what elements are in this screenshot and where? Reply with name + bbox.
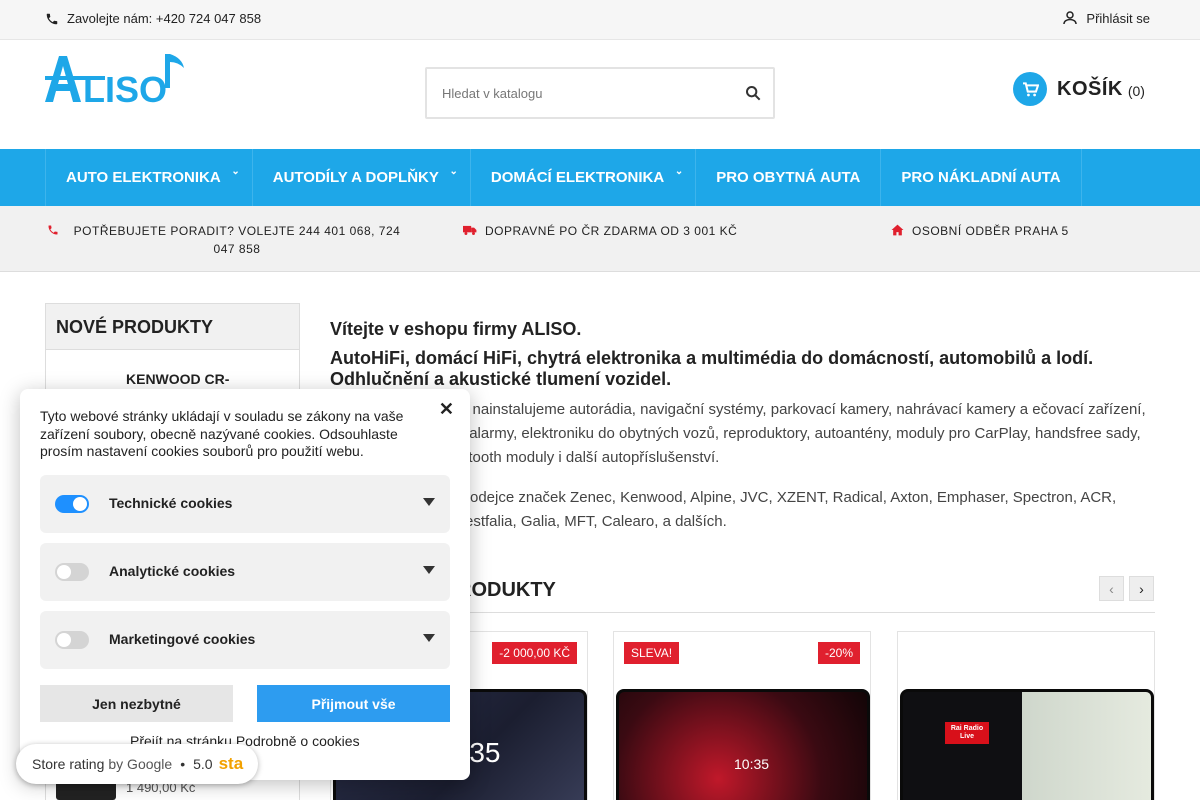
screen-radio-label: Rai Radio Live — [945, 722, 989, 744]
top-bar: Zavolejte nám: +420 724 047 858 Přihlási… — [0, 0, 1200, 40]
cart-icon — [1022, 81, 1039, 96]
shipping-text: DOPRAVNÉ PO ČR ZDARMA OD 3 001 KČ — [485, 224, 738, 238]
product-name[interactable]: KENWOOD CR- — [126, 371, 229, 387]
call-text: Zavolejte nám: +420 724 047 858 — [67, 11, 262, 26]
cookie-row-marketing[interactable]: Marketingové cookies — [40, 611, 450, 669]
advice-info: POTŘEBUJETE PORADIT? VOLEJTE 244 401 068… — [47, 222, 407, 258]
section-title: RODUKTY — [457, 579, 556, 601]
svg-text:LISO: LISO — [83, 69, 167, 104]
chevron-down-icon: ⌄ — [231, 166, 240, 177]
product-image[interactable]: Rai Radio Live — [900, 689, 1154, 800]
technical-toggle[interactable] — [55, 495, 89, 513]
cookie-consent-dialog: ✕ Tyto webové stránky ukládají v souladu… — [20, 389, 470, 780]
nav-item-nakladni-auta[interactable]: PRO NÁKLADNÍ AUTA — [881, 149, 1082, 206]
search-input[interactable] — [427, 69, 717, 117]
cart-label: KOŠÍK — [1057, 77, 1123, 100]
phone-icon — [46, 13, 58, 24]
cookie-row-label: Analytické cookies — [109, 563, 236, 579]
advice-text: POTŘEBUJETE PORADIT? VOLEJTE 244 401 068… — [73, 224, 401, 256]
discount-badge: -2 000,00 KČ — [492, 642, 577, 664]
analytics-toggle[interactable] — [55, 563, 89, 581]
truck-icon — [463, 225, 477, 235]
nav-item-label: PRO OBYTNÁ AUTA — [716, 169, 861, 186]
nav-item-domaci-elektronika[interactable]: DOMÁCÍ ELEKTRONIKA ⌄ — [471, 149, 697, 206]
store-rating-badge[interactable]: Store rating by Google • 5.0 sta — [16, 744, 258, 784]
sale-badge: SLEVA! — [624, 642, 680, 664]
main-nav: AUTO ELEKTRONIKA ⌄ AUTODÍLY A DOPLŇKY ⌄ … — [0, 149, 1200, 206]
shipping-info: DOPRAVNÉ PO ČR ZDARMA OD 3 001 KČ — [463, 222, 737, 240]
chevron-down-icon: ⌄ — [674, 166, 684, 177]
nav-item-label: AUTO ELEKTRONIKA — [66, 169, 221, 186]
nav-item-obytna-auta[interactable]: PRO OBYTNÁ AUTA — [696, 149, 882, 206]
marketing-toggle[interactable] — [55, 631, 89, 649]
screen-clock: 10:35 — [734, 756, 770, 772]
triangle-down-icon[interactable] — [423, 566, 435, 574]
pickup-info: OSOBNÍ ODBĚR PRAHA 5 — [891, 222, 1069, 240]
pickup-text: OSOBNÍ ODBĚR PRAHA 5 — [912, 224, 1069, 238]
product-card[interactable]: SLEVA! -20% 10:35 — [613, 631, 871, 800]
new-products-title: NOVÉ PRODUKTY — [46, 304, 299, 350]
chevron-down-icon: ⌄ — [449, 166, 458, 177]
cart-icon-circle — [1013, 72, 1047, 106]
search-icon — [746, 86, 761, 101]
nav-item-autodily[interactable]: AUTODÍLY A DOPLŇKY ⌄ — [253, 149, 471, 206]
call-info[interactable]: Zavolejte nám: +420 724 047 858 — [45, 11, 261, 26]
separator-dot: • — [180, 756, 186, 772]
rating-score: 5.0 — [193, 756, 213, 772]
cookie-intro-text: Tyto webové stránky ukládají v souladu s… — [40, 408, 404, 459]
discount-badge: -20% — [817, 642, 860, 664]
nav-item-label: AUTODÍLY A DOPLŇKY — [272, 169, 439, 186]
welcome-subheading: AutoHiFi, domácí HiFi, chytrá elektronik… — [330, 348, 1094, 389]
close-icon[interactable]: ✕ — [439, 399, 454, 420]
welcome-heading: Vítejte v eshopu firmy ALISO. — [330, 319, 582, 339]
necessary-only-button[interactable]: Jen nezbytné — [40, 685, 233, 722]
info-strip: POTŘEBUJETE PORADIT? VOLEJTE 244 401 068… — [0, 206, 1200, 272]
cookie-row-technical[interactable]: Technické cookies — [40, 475, 450, 533]
triangle-down-icon[interactable] — [423, 634, 435, 642]
product-image[interactable]: 10:35 — [616, 689, 870, 800]
rating-source: by Google — [108, 756, 173, 772]
login-link[interactable]: Přihlásit se — [1061, 9, 1150, 27]
rating-stars: sta — [218, 754, 244, 773]
cookie-row-label: Technické cookies — [109, 495, 233, 511]
search-box — [425, 67, 775, 119]
user-icon — [1063, 11, 1078, 25]
carousel-next-button[interactable]: › — [1129, 576, 1154, 601]
cart-count: (0) — [1127, 83, 1145, 99]
product-card[interactable]: Rai Radio Live — [897, 631, 1155, 800]
cookie-row-analytics[interactable]: Analytické cookies — [40, 543, 450, 601]
triangle-down-icon[interactable] — [423, 498, 435, 506]
phone-icon — [48, 225, 58, 235]
nav-item-label: PRO NÁKLADNÍ AUTA — [901, 169, 1061, 186]
search-button[interactable] — [745, 85, 761, 106]
aliso-logo[interactable]: LISO — [45, 52, 191, 110]
accept-all-button[interactable]: Přijmout vše — [257, 685, 450, 722]
home-icon — [891, 224, 904, 236]
cookie-row-label: Marketingové cookies — [109, 631, 256, 647]
rating-label: Store rating — [32, 756, 105, 772]
nav-item-auto-elektronika[interactable]: AUTO ELEKTRONIKA ⌄ — [46, 149, 253, 206]
carousel-prev-button[interactable]: ‹ — [1099, 576, 1124, 601]
nav-item-label: DOMÁCÍ ELEKTRONIKA — [490, 169, 665, 186]
cart-link[interactable]: KOŠÍK (0) — [1013, 72, 1145, 106]
login-text: Přihlásit se — [1086, 10, 1150, 26]
logo-graphic: LISO — [45, 54, 184, 110]
